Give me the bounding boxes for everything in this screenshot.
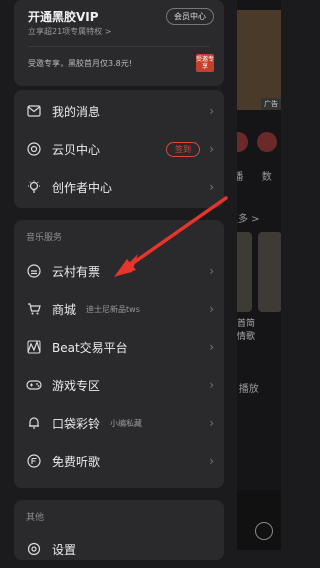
- chevron-right-icon: ›: [209, 454, 214, 468]
- menu-item-beat[interactable]: Beat交易平台 ›: [14, 328, 224, 366]
- member-center-button[interactable]: 会员中心: [166, 8, 214, 25]
- chevron-right-icon: ›: [209, 104, 214, 118]
- menu-item-creator[interactable]: 创作者中心 ›: [14, 168, 224, 206]
- vip-subtitle: 立享超21项专属特权 >: [28, 27, 112, 36]
- chevron-right-icon: ›: [209, 142, 214, 156]
- chart-icon[interactable]: [256, 132, 277, 152]
- side-drawer: 开通黑胶VIP 立享超21项专属特权 > 会员中心 受邀专享，黑胶首月仅3.8元…: [0, 0, 237, 560]
- menu-label: 云村有票: [52, 264, 101, 279]
- menu-item-free-music[interactable]: 免费听歌 ›: [14, 442, 224, 480]
- coin-icon: [26, 141, 42, 157]
- bell-icon: [26, 415, 42, 431]
- menu-item-yunbei[interactable]: 云贝中心 签到 ›: [14, 130, 224, 168]
- menu-label: 设置: [52, 542, 77, 557]
- sign-in-button[interactable]: 签到: [166, 141, 200, 157]
- ticket-icon: [26, 263, 42, 279]
- music-services-card: 音乐服务 云村有票 › 商城 迪士尼新品tws › Beat交易平台 › 游戏专…: [14, 220, 224, 488]
- menu-label: 口袋彩铃: [52, 416, 101, 431]
- beat-icon: [26, 339, 42, 355]
- menu-sublabel: 小编私藏: [110, 418, 143, 428]
- menu-label: 云贝中心: [52, 142, 101, 157]
- menu-label: 商城: [52, 302, 77, 317]
- menu-item-ringtone[interactable]: 口袋彩铃 小编私藏 ›: [14, 404, 224, 442]
- vip-card[interactable]: 开通黑胶VIP 立享超21项专属特权 > 会员中心 受邀专享，黑胶首月仅3.8元…: [14, 0, 224, 86]
- chevron-right-icon: ›: [209, 180, 214, 194]
- other-card: 其他 设置: [14, 500, 224, 560]
- menu-label: 免费听歌: [52, 454, 101, 469]
- playlist-card[interactable]: [258, 232, 281, 312]
- promo-badge: 受邀专享: [196, 54, 215, 72]
- bulb-icon: [26, 179, 42, 195]
- gamepad-icon: [26, 377, 42, 393]
- chevron-right-icon: ›: [209, 378, 214, 392]
- quick-menu-card: 我的消息 › 云贝中心 签到 › 创作者中心 ›: [14, 90, 224, 208]
- menu-item-games[interactable]: 游戏专区 ›: [14, 366, 224, 404]
- mail-icon: [26, 103, 42, 119]
- vip-promo[interactable]: 受邀专享，黑胶首月仅3.8元!: [28, 58, 132, 69]
- chevron-right-icon: ›: [209, 340, 214, 354]
- gear-icon: [26, 541, 42, 557]
- menu-item-tickets[interactable]: 云村有票 ›: [14, 252, 224, 290]
- chevron-right-icon: ›: [209, 416, 214, 430]
- bg-icon-label-2: 数: [261, 172, 272, 183]
- chevron-right-icon: ›: [209, 264, 214, 278]
- menu-label: 游戏专区: [52, 378, 101, 393]
- cart-icon: [26, 301, 42, 317]
- menu-label: 创作者中心: [52, 180, 113, 195]
- ad-label: 广告: [261, 98, 281, 110]
- menu-item-messages[interactable]: 我的消息 ›: [14, 92, 224, 130]
- divider: [28, 46, 210, 47]
- menu-icon[interactable]: [255, 522, 273, 540]
- vip-title: 开通黑胶VIP: [28, 10, 99, 24]
- section-title: 音乐服务: [26, 233, 63, 243]
- section-title: 其他: [26, 513, 45, 523]
- menu-label: 我的消息: [52, 104, 101, 119]
- menu-item-settings[interactable]: 设置: [14, 530, 224, 568]
- menu-sublabel: 迪士尼新品tws: [86, 304, 140, 314]
- menu-label: Beat交易平台: [52, 340, 128, 355]
- free-icon: [26, 453, 42, 469]
- menu-item-mall[interactable]: 商城 迪士尼新品tws ›: [14, 290, 224, 328]
- chevron-right-icon: ›: [209, 302, 214, 316]
